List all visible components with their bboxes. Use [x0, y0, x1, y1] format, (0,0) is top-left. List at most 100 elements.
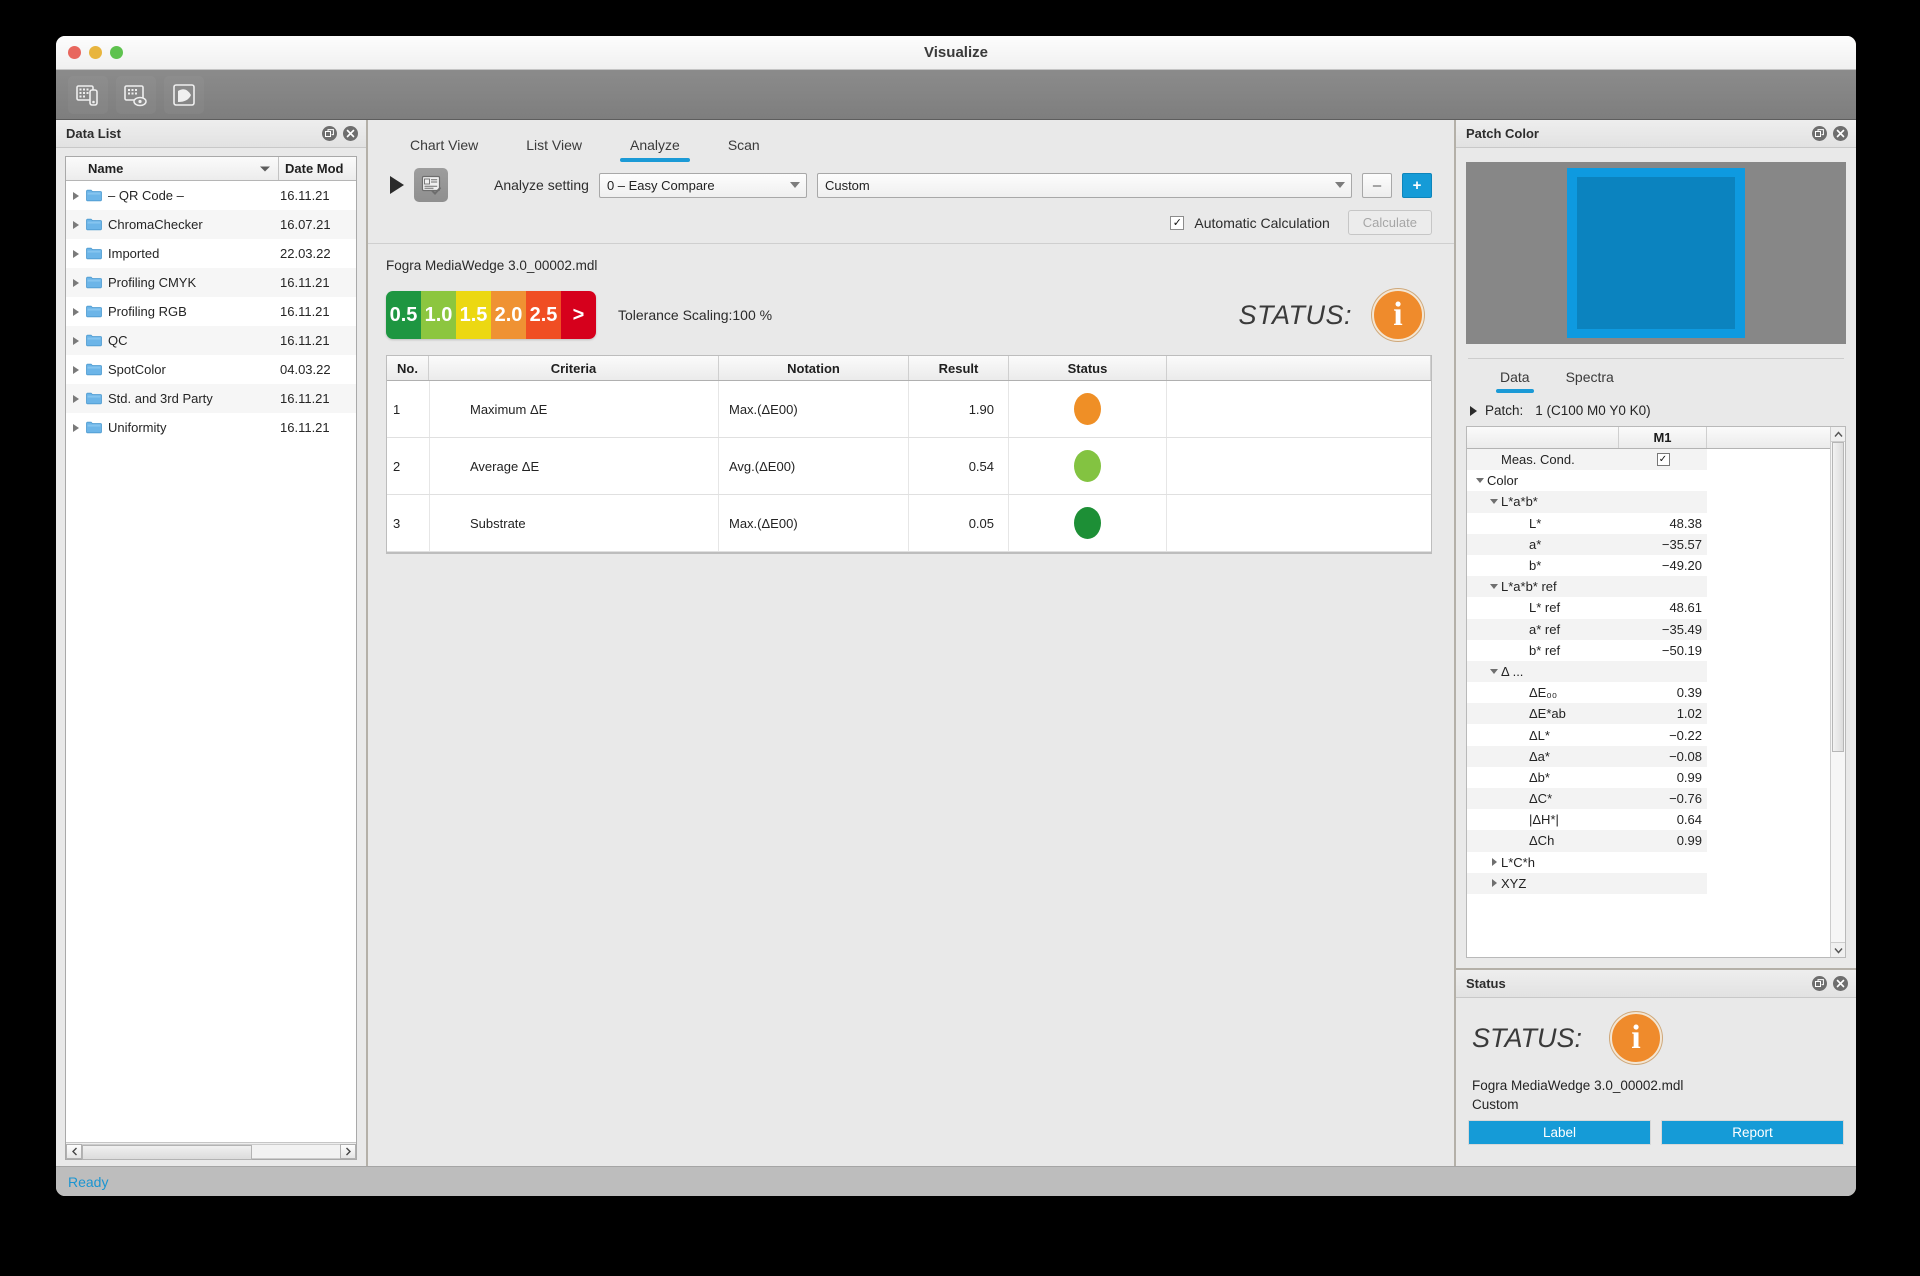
close-panel-icon[interactable] [1833, 976, 1848, 991]
expand-folder-icon[interactable] [66, 365, 86, 374]
tree-row[interactable]: Color [1467, 470, 1830, 492]
scroll-track[interactable] [1831, 442, 1845, 942]
tree-row[interactable]: a* −35.57 [1467, 533, 1830, 555]
data-list-row[interactable]: ChromaChecker 16.07.21 [66, 210, 356, 239]
scroll-right-button[interactable] [340, 1143, 356, 1159]
result-status-badge [1009, 381, 1167, 437]
view-chart-icon[interactable] [116, 75, 156, 114]
tree-row[interactable]: a* ref −35.49 [1467, 618, 1830, 640]
tree-row[interactable]: Δa* −0.08 [1467, 745, 1830, 767]
tree-row[interactable]: ΔE*ab 1.02 [1467, 703, 1830, 725]
tab-analyze[interactable]: Analyze [606, 137, 704, 162]
expand-folder-icon[interactable] [66, 307, 86, 316]
scroll-left-button[interactable] [66, 1143, 82, 1159]
column-header-name[interactable]: Name [66, 157, 278, 180]
results-table-row[interactable]: 3 Substrate Max.(ΔE00) 0.05 [387, 495, 1431, 552]
patch-tab-spectra[interactable]: Spectra [1548, 369, 1632, 393]
float-panel-icon[interactable] [1812, 976, 1827, 991]
tree-row[interactable]: ΔE₀₀ 0.39 [1467, 682, 1830, 704]
tab-scan[interactable]: Scan [704, 137, 784, 162]
tree-row[interactable]: Δb* 0.99 [1467, 766, 1830, 788]
data-list-row[interactable]: Imported 22.03.22 [66, 239, 356, 268]
tree-row[interactable]: L*C*h [1467, 851, 1830, 873]
status-info-icon[interactable]: i [1372, 289, 1424, 341]
patch-tab-data[interactable]: Data [1482, 369, 1548, 393]
tree-row[interactable]: |ΔH*| 0.64 [1467, 809, 1830, 831]
data-list-row[interactable]: Profiling RGB 16.11.21 [66, 297, 356, 326]
tree-row-label: L*a*b* [1501, 494, 1538, 510]
tree-row[interactable]: XYZ [1467, 872, 1830, 894]
tree-row-label: L*a*b* ref [1501, 579, 1557, 595]
collapse-node-icon[interactable] [1487, 584, 1501, 590]
data-list-row[interactable]: SpotColor 04.03.22 [66, 355, 356, 384]
expand-folder-icon[interactable] [66, 191, 86, 200]
data-list-row[interactable]: QC 16.11.21 [66, 326, 356, 355]
expand-folder-icon[interactable] [66, 249, 86, 258]
expand-folder-icon[interactable] [66, 278, 86, 287]
scroll-down-button[interactable] [1831, 942, 1845, 957]
tab-underline [1496, 389, 1534, 393]
tree-row[interactable]: b* ref −50.19 [1467, 639, 1830, 661]
tree-row[interactable]: Δ ... [1467, 660, 1830, 683]
tree-row[interactable]: L* 48.38 [1467, 512, 1830, 534]
measure-chart-icon[interactable] [68, 75, 108, 114]
tab-list-view[interactable]: List View [502, 137, 606, 162]
collapse-node-icon[interactable] [1473, 478, 1487, 484]
expand-folder-icon[interactable] [66, 423, 86, 432]
expand-node-icon[interactable] [1487, 879, 1501, 888]
label-button[interactable]: Label [1468, 1120, 1651, 1145]
tree-row[interactable]: ΔL* −0.22 [1467, 724, 1830, 746]
patch-tree-vertical-scrollbar[interactable] [1830, 427, 1845, 957]
result-notation: Avg.(ΔE00) [719, 438, 909, 494]
collapse-node-icon[interactable] [1487, 499, 1501, 505]
spectra-graph-icon[interactable] [164, 75, 204, 114]
tree-row[interactable]: b* −49.20 [1467, 554, 1830, 577]
scroll-thumb[interactable] [1832, 442, 1844, 752]
tree-row[interactable]: L*a*b* [1467, 491, 1830, 513]
remove-preset-button[interactable]: – [1362, 172, 1392, 198]
tree-row[interactable]: L*a*b* ref [1467, 576, 1830, 598]
data-list-row[interactable]: – QR Code – 16.11.21 [66, 181, 356, 210]
report-button[interactable]: Report [1661, 1120, 1844, 1145]
scroll-up-button[interactable] [1831, 427, 1845, 442]
expand-folder-icon[interactable] [66, 220, 86, 229]
data-list-row[interactable]: Profiling CMYK 16.11.21 [66, 268, 356, 297]
tree-row-label: L*C*h [1501, 854, 1535, 870]
folder-icon [86, 392, 108, 405]
float-panel-icon[interactable] [1812, 126, 1827, 141]
scroll-thumb[interactable] [82, 1144, 253, 1160]
data-list-horizontal-scrollbar[interactable] [66, 1142, 356, 1160]
expand-node-icon[interactable] [1487, 858, 1501, 867]
analyze-setting-select[interactable]: 0 – Easy Compare [598, 172, 807, 198]
analyze-report-icon[interactable] [414, 168, 448, 202]
column-header-date[interactable]: Date Mod [278, 157, 356, 180]
run-analysis-icon[interactable] [390, 176, 404, 194]
status-info-icon[interactable]: i [1610, 1012, 1663, 1064]
calculate-button[interactable]: Calculate [1347, 210, 1432, 235]
chevron-up-icon [1833, 430, 1843, 437]
scroll-track[interactable] [82, 1143, 340, 1160]
add-preset-button[interactable]: + [1402, 172, 1432, 198]
patch-expand-icon[interactable] [1470, 405, 1477, 416]
meas-cond-checkbox[interactable]: ✓ [1656, 453, 1670, 467]
results-table-row[interactable]: 2 Average ΔE Avg.(ΔE00) 0.54 [387, 438, 1431, 495]
expand-folder-icon[interactable] [66, 336, 86, 345]
automatic-calculation-checkbox[interactable]: ✓ [1170, 215, 1185, 230]
tree-row[interactable]: Meas. Cond. ✓ [1467, 449, 1830, 471]
custom-preset-select[interactable]: Custom [816, 172, 1352, 198]
tree-row[interactable]: L* ref 48.61 [1467, 597, 1830, 619]
float-panel-icon[interactable] [322, 126, 337, 141]
close-panel-icon[interactable] [343, 126, 358, 141]
collapse-node-icon[interactable] [1487, 668, 1501, 674]
expand-folder-icon[interactable] [66, 394, 86, 403]
data-list-row[interactable]: Std. and 3rd Party 16.11.21 [66, 384, 356, 413]
close-panel-icon[interactable] [1833, 126, 1848, 141]
results-table-row[interactable]: 1 Maximum ΔE Max.(ΔE00) 1.90 [387, 381, 1431, 438]
data-list-panel-header: Data List [56, 120, 366, 148]
folder-icon [86, 218, 102, 231]
tab-chart-view[interactable]: Chart View [386, 137, 502, 162]
sort-descending-icon[interactable] [260, 166, 270, 171]
tree-row[interactable]: ΔCh 0.99 [1467, 830, 1830, 852]
tree-row[interactable]: ΔC* −0.76 [1467, 788, 1830, 810]
data-list-row[interactable]: Uniformity 16.11.21 [66, 413, 356, 442]
